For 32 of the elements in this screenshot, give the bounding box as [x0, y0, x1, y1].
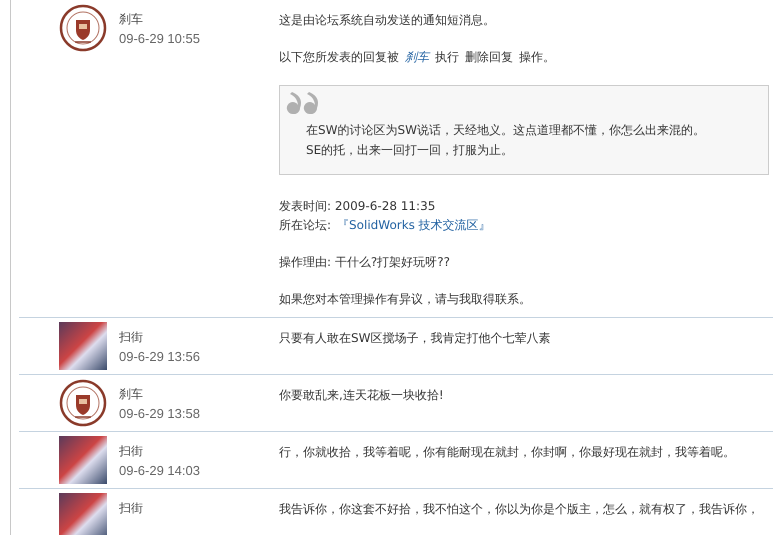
- emblem-avatar-icon: [59, 379, 107, 427]
- message-text: 行，你就收拾，我等着呢，你有能耐现在就封，你封啊，你最好现在就封，我等着呢。: [279, 445, 735, 459]
- user-link[interactable]: 刹车: [405, 50, 429, 64]
- message-text: 操作。: [519, 50, 555, 64]
- user-link[interactable]: 『SolidWorks 技术交流区』: [337, 218, 491, 232]
- author-name[interactable]: 扫街: [119, 328, 279, 346]
- message-text: 删除回复: [465, 50, 513, 64]
- author-name[interactable]: 扫街: [119, 442, 279, 460]
- message-text: 以下您所发表的回复被: [279, 50, 399, 64]
- author-name[interactable]: 刹车: [119, 385, 279, 403]
- message-time: 09-6-29 13:56: [119, 348, 201, 366]
- message-text: 你要敢乱来,连天花板一块收拾!: [279, 388, 444, 402]
- message-time: 09-6-29 14:03: [119, 462, 201, 480]
- message-time: 09-6-29 13:58: [119, 405, 201, 423]
- message-text: 我告诉你，你这套不好拾，我不怕这个，你以为你是个版主，怎么，就有权了，我告诉你，: [279, 502, 759, 516]
- message-text: 如果您对本管理操作有异议，请与我取得联系。: [279, 292, 531, 306]
- quote-mark-icon: [286, 92, 318, 114]
- author-name[interactable]: 刹车: [119, 10, 279, 28]
- photo-placeholder: [59, 493, 107, 535]
- message-text: 这是由论坛系统自动发送的通知短消息。: [279, 13, 495, 27]
- quote-text: SE的托，出来一回打一回，打服为止。: [306, 142, 514, 159]
- author-name[interactable]: 扫街: [119, 499, 279, 517]
- message-text: 执行: [435, 50, 459, 64]
- message-text: 只要有人敢在SW区搅场子，我肯定打他个七荤八素: [279, 331, 550, 345]
- photo-placeholder: [59, 436, 107, 484]
- photo-placeholder: [59, 322, 107, 370]
- quote-text: 在SW的讨论区为SW说话，天经地义。这点道理都不懂，你怎么出来混的。: [306, 122, 706, 139]
- message-text: 所在论坛:: [279, 218, 332, 232]
- message-text: 发表时间: 2009-6-28 11:35: [279, 199, 436, 213]
- message-time: 09-6-29 10:55: [119, 30, 201, 48]
- emblem-avatar-icon: [59, 4, 107, 52]
- message-text: 操作理由: 干什么?打架好玩呀??: [279, 255, 450, 269]
